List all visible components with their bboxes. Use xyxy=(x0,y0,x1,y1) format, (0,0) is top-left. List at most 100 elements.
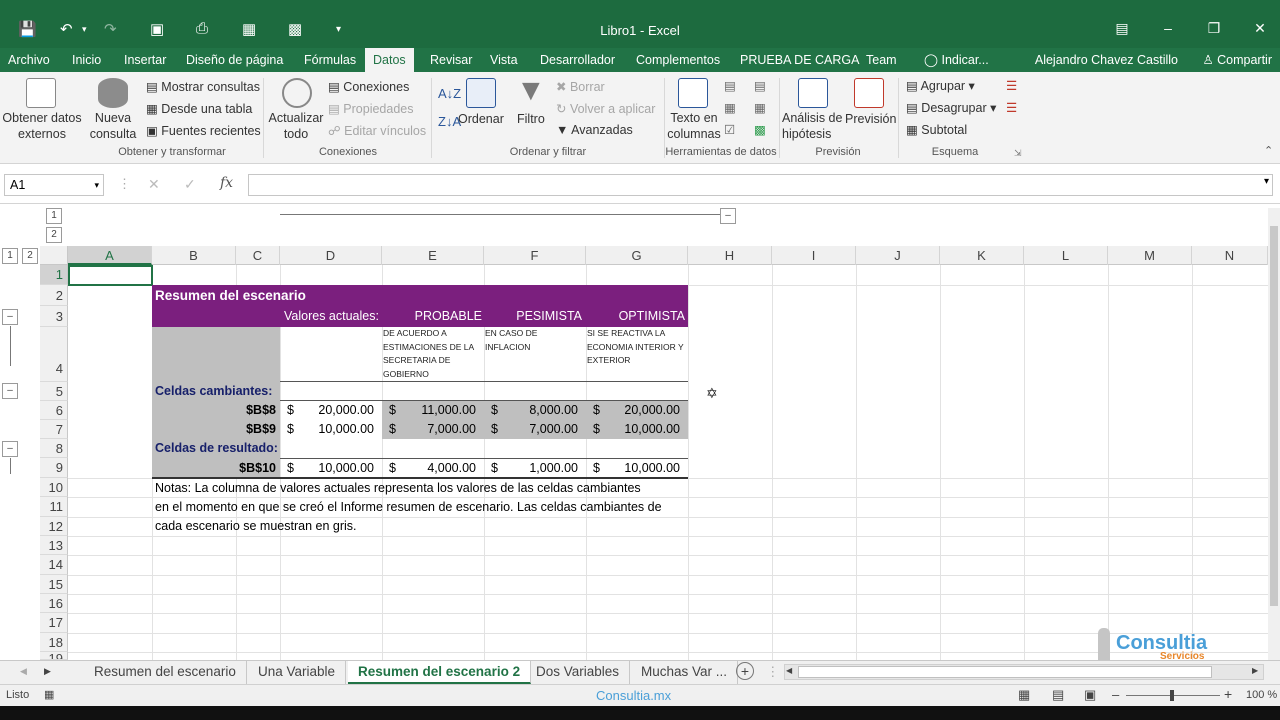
row-header-10[interactable]: 10 xyxy=(40,478,68,497)
row-header-7[interactable]: 7 xyxy=(40,420,68,439)
page-layout-view-icon[interactable]: ▤ xyxy=(1052,687,1064,703)
share-button[interactable]: ♙ Compartir xyxy=(1202,48,1272,72)
sheet-tab-muchas-variables[interactable]: Muchas Var ... xyxy=(631,661,739,684)
column-collapse-button[interactable]: – xyxy=(720,208,736,224)
column-header-k[interactable]: K xyxy=(940,246,1024,265)
validation-icon[interactable]: ☑ xyxy=(724,122,735,137)
column-header-h[interactable]: H xyxy=(688,246,772,265)
tab-formulas[interactable]: Fórmulas xyxy=(296,48,364,72)
column-header-a[interactable]: A xyxy=(68,246,152,265)
page-break-view-icon[interactable]: ▣ xyxy=(1084,687,1096,703)
scroll-tabs-left-icon[interactable]: ◀ xyxy=(20,666,27,677)
scroll-left-icon[interactable]: ◀ xyxy=(786,666,792,675)
horizontal-scroll-thumb[interactable] xyxy=(798,666,1212,678)
new-query-button[interactable]: Nueva consulta xyxy=(84,110,142,142)
row-header-9[interactable]: 9 xyxy=(40,458,68,478)
sheet-tab-resumen-del-escenario[interactable]: Resumen del escenario xyxy=(84,661,247,684)
zoom-in-icon[interactable]: + xyxy=(1224,686,1232,702)
show-queries-button[interactable]: ▤ Mostrar consultas xyxy=(146,79,260,94)
clear-button[interactable]: ✖ Borrar xyxy=(556,79,605,94)
remove-duplicates-icon[interactable]: ▦ xyxy=(724,100,736,115)
tab-datos[interactable]: Datos xyxy=(365,48,414,72)
column-header-d[interactable]: D xyxy=(280,246,382,265)
name-box[interactable]: A1 ▾ xyxy=(4,174,104,196)
column-header-b[interactable]: B xyxy=(152,246,236,265)
forecast-button[interactable]: Previsión xyxy=(845,112,896,126)
column-header-m[interactable]: M xyxy=(1108,246,1192,265)
tab-insertar[interactable]: Insertar xyxy=(116,48,174,72)
column-level-1-button[interactable]: 1 xyxy=(46,208,62,224)
connections-button[interactable]: ▤ Conexiones xyxy=(328,79,409,94)
column-level-2-button[interactable]: 2 xyxy=(46,227,62,243)
row-header-15[interactable]: 15 xyxy=(40,575,68,594)
show-detail-icon[interactable]: ☰ xyxy=(1006,78,1017,93)
scroll-tabs-right-icon[interactable]: ▶ xyxy=(44,666,51,677)
row-header-18[interactable]: 18 xyxy=(40,633,68,652)
properties-button[interactable]: ▤ Propiedades xyxy=(328,101,414,116)
sheet-tab-una-variable[interactable]: Una Variable xyxy=(248,661,347,684)
cancel-entry-icon[interactable]: ✕ xyxy=(148,176,160,193)
hide-detail-icon[interactable]: ☰ xyxy=(1006,100,1017,115)
collapse-ribbon-icon[interactable]: ⌃ xyxy=(1264,144,1273,157)
advanced-button[interactable]: ▼ Avanzadas xyxy=(556,123,633,137)
normal-view-icon[interactable]: ▦ xyxy=(1018,687,1030,703)
zoom-out-icon[interactable]: – xyxy=(1112,687,1119,702)
row-header-11[interactable]: 11 xyxy=(40,497,68,517)
row-group-collapse-button[interactable]: – xyxy=(2,383,18,399)
enter-icon[interactable]: ✓ xyxy=(184,176,196,193)
whatif-analysis-button[interactable]: Análisis de hipótesis xyxy=(782,110,844,142)
close-icon[interactable]: ✕ xyxy=(1250,20,1270,37)
tab-diseno-pagina[interactable]: Diseño de página xyxy=(178,48,291,72)
edit-links-button[interactable]: ☍ Editar vínculos xyxy=(328,123,426,138)
column-header-f[interactable]: F xyxy=(484,246,586,265)
zoom-slider-handle[interactable] xyxy=(1170,690,1174,701)
sort-button[interactable]: Ordenar xyxy=(458,112,504,126)
column-header-j[interactable]: J xyxy=(856,246,940,265)
tell-me-search[interactable]: ◯ Indicar... xyxy=(916,48,997,72)
row-level-1-button[interactable]: 1 xyxy=(2,248,18,264)
column-header-l[interactable]: L xyxy=(1024,246,1108,265)
tab-vista[interactable]: Vista xyxy=(482,48,526,72)
selected-cell-a1[interactable] xyxy=(68,265,153,286)
row-header-5[interactable]: 5 xyxy=(40,382,68,401)
consolidate-icon[interactable]: ▦ xyxy=(754,100,766,115)
tab-team[interactable]: Team xyxy=(858,48,905,72)
subtotal-button[interactable]: ▦ Subtotal xyxy=(906,122,967,137)
flash-fill-icon[interactable]: ▤ xyxy=(724,78,736,93)
expand-formula-icon[interactable]: ▾ xyxy=(1264,176,1269,187)
column-header-e[interactable]: E xyxy=(382,246,484,265)
column-header-g[interactable]: G xyxy=(586,246,688,265)
insert-function-icon[interactable]: fx xyxy=(220,175,233,191)
group-button[interactable]: ▤ Agrupar ▾ xyxy=(906,78,975,93)
column-header-c[interactable]: C xyxy=(236,246,280,265)
get-external-data-button[interactable]: Obtener datos externos xyxy=(2,110,82,142)
reapply-button[interactable]: ↻ Volver a aplicar xyxy=(556,101,655,116)
row-header-17[interactable]: 17 xyxy=(40,613,68,633)
select-all-button[interactable] xyxy=(40,246,68,265)
macro-record-icon[interactable]: ▦ xyxy=(44,688,54,701)
outline-dialog-launcher-icon[interactable]: ⇲ xyxy=(1014,148,1022,159)
row-header-16[interactable]: 16 xyxy=(40,594,68,613)
sheet-tab-dos-variables[interactable]: Dos Variables xyxy=(526,661,631,684)
tab-prueba-de-carga[interactable]: PRUEBA DE CARGA xyxy=(732,48,867,72)
data-model-icon[interactable]: ▩ xyxy=(754,122,766,137)
row-header-3[interactable]: 3 xyxy=(40,306,68,327)
row-group-collapse-button[interactable]: – xyxy=(2,441,18,457)
tab-inicio[interactable]: Inicio xyxy=(64,48,109,72)
tab-complementos[interactable]: Complementos xyxy=(628,48,728,72)
scroll-right-icon[interactable]: ▶ xyxy=(1252,666,1258,675)
formula-input[interactable] xyxy=(248,174,1273,196)
row-header-13[interactable]: 13 xyxy=(40,536,68,555)
vertical-scroll-thumb[interactable] xyxy=(1270,226,1278,606)
row-header-6[interactable]: 6 xyxy=(40,401,68,420)
tab-desarrollador[interactable]: Desarrollador xyxy=(532,48,623,72)
tab-splitter-icon[interactable]: ⋮ xyxy=(766,664,780,680)
tab-revisar[interactable]: Revisar xyxy=(422,48,480,72)
zoom-level[interactable]: 100 % xyxy=(1246,689,1277,701)
column-header-n[interactable]: N xyxy=(1192,246,1268,265)
ungroup-button[interactable]: ▤ Desagrupar ▾ xyxy=(906,100,996,115)
text-to-columns-button[interactable]: Texto en columnas xyxy=(666,110,722,142)
sheet-tab-resumen-del-escenario-2[interactable]: Resumen del escenario 2 xyxy=(348,661,532,684)
row-group-collapse-button[interactable]: – xyxy=(2,309,18,325)
recent-sources-button[interactable]: ▣ Fuentes recientes xyxy=(146,123,261,138)
